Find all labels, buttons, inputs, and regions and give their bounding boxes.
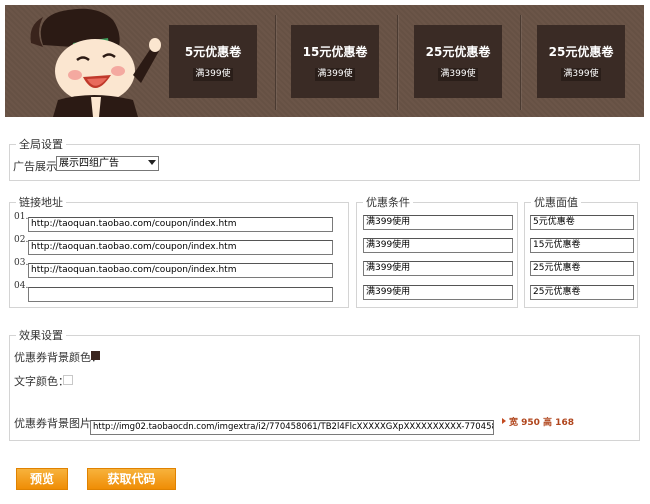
coupon-condition: 满399使 <box>315 68 355 81</box>
banner-divider <box>275 15 276 110</box>
coupon-condition-group: 优惠条件 满399使用 满399使用 满399使用 满399使用 <box>356 196 518 308</box>
coupon-bg-image-input[interactable]: http://img02.taobaocdn.com/imgextra/i2/7… <box>90 420 494 435</box>
coupon-amount: 25元优惠卷 <box>548 45 614 59</box>
coupon-card-1: 5元优惠卷 满399使 <box>169 25 257 98</box>
mascot-illustration <box>30 8 161 117</box>
value-input-3[interactable]: 25元优惠卷 <box>530 261 634 276</box>
coupon-card-3: 25元优惠卷 满399使 <box>414 25 502 98</box>
link-input-2[interactable]: http://taoquan.taobao.com/coupon/index.h… <box>28 240 333 255</box>
coupon-amount: 15元优惠卷 <box>302 45 368 59</box>
coupon-bg-color-label: 优惠券背景颜色： <box>14 351 102 364</box>
global-settings-legend: 全局设置 <box>16 138 66 151</box>
condition-input-4[interactable]: 满399使用 <box>363 285 513 300</box>
coupon-card-2: 15元优惠卷 满399使 <box>291 25 379 98</box>
coupon-condition: 满399使 <box>438 68 478 81</box>
ad-display-selected: 展示四组广告 <box>59 158 119 169</box>
coupon-condition: 满399使 <box>561 68 601 81</box>
coupon-editor: 5元优惠卷 满399使 15元优惠卷 满399使 25元优惠卷 满399使 25… <box>0 0 650 504</box>
coupon-card-4: 25元优惠卷 满399使 <box>537 25 625 98</box>
preview-button[interactable]: 预览 <box>16 468 68 490</box>
row-number: 03. <box>14 258 29 268</box>
value-input-2[interactable]: 15元优惠卷 <box>530 238 634 253</box>
text-color-label: 文字颜色： <box>14 375 69 388</box>
banner-divider <box>520 15 521 110</box>
row-number: 01. <box>14 212 29 222</box>
image-size-text: 宽 950 高 168 <box>509 418 574 428</box>
coupon-value-group: 优惠面值 5元优惠卷 15元优惠卷 25元优惠卷 25元优惠卷 <box>524 196 638 308</box>
coupon-bg-color-swatch[interactable] <box>91 351 100 360</box>
coupon-banner-preview: 5元优惠卷 满399使 15元优惠卷 满399使 25元优惠卷 满399使 25… <box>5 5 644 117</box>
text-color-swatch[interactable] <box>63 375 73 385</box>
condition-input-1[interactable]: 满399使用 <box>363 215 513 230</box>
coupon-bg-image-label: 优惠券背景图片： <box>14 417 102 430</box>
global-settings-group: 全局设置 广告展示 展示四组广告 <box>9 138 640 181</box>
effect-settings-group: 效果设置 优惠券背景颜色： 文字颜色： 优惠券背景图片： http://img0… <box>9 329 640 441</box>
link-address-group: 链接地址 01. http://taoquan.taobao.com/coupo… <box>9 196 349 308</box>
get-code-button[interactable]: 获取代码 <box>87 468 176 490</box>
coupon-condition: 满399使 <box>193 68 233 81</box>
row-number: 04. <box>14 281 29 291</box>
chevron-down-icon <box>148 160 156 165</box>
link-input-3[interactable]: http://taoquan.taobao.com/coupon/index.h… <box>28 263 333 278</box>
coupon-value-legend: 优惠面值 <box>531 196 581 209</box>
coupon-amount: 5元优惠卷 <box>184 45 242 59</box>
condition-input-3[interactable]: 满399使用 <box>363 261 513 276</box>
condition-input-2[interactable]: 满399使用 <box>363 238 513 253</box>
value-input-4[interactable]: 25元优惠卷 <box>530 285 634 300</box>
coupon-condition-legend: 优惠条件 <box>363 196 413 209</box>
value-input-1[interactable]: 5元优惠卷 <box>530 215 634 230</box>
link-input-4[interactable] <box>28 287 333 302</box>
ad-display-label: 广告展示 <box>13 160 57 173</box>
coupon-amount: 25元优惠卷 <box>425 45 491 59</box>
banner-divider <box>397 15 398 110</box>
link-address-legend: 链接地址 <box>16 196 66 209</box>
ad-display-select[interactable]: 展示四组广告 <box>56 156 159 171</box>
row-number: 02. <box>14 235 29 245</box>
arrow-right-icon <box>502 418 506 424</box>
effect-settings-legend: 效果设置 <box>16 329 66 342</box>
image-size-hint: 宽 950 高 168 <box>502 415 574 428</box>
link-input-1[interactable]: http://taoquan.taobao.com/coupon/index.h… <box>28 217 333 232</box>
